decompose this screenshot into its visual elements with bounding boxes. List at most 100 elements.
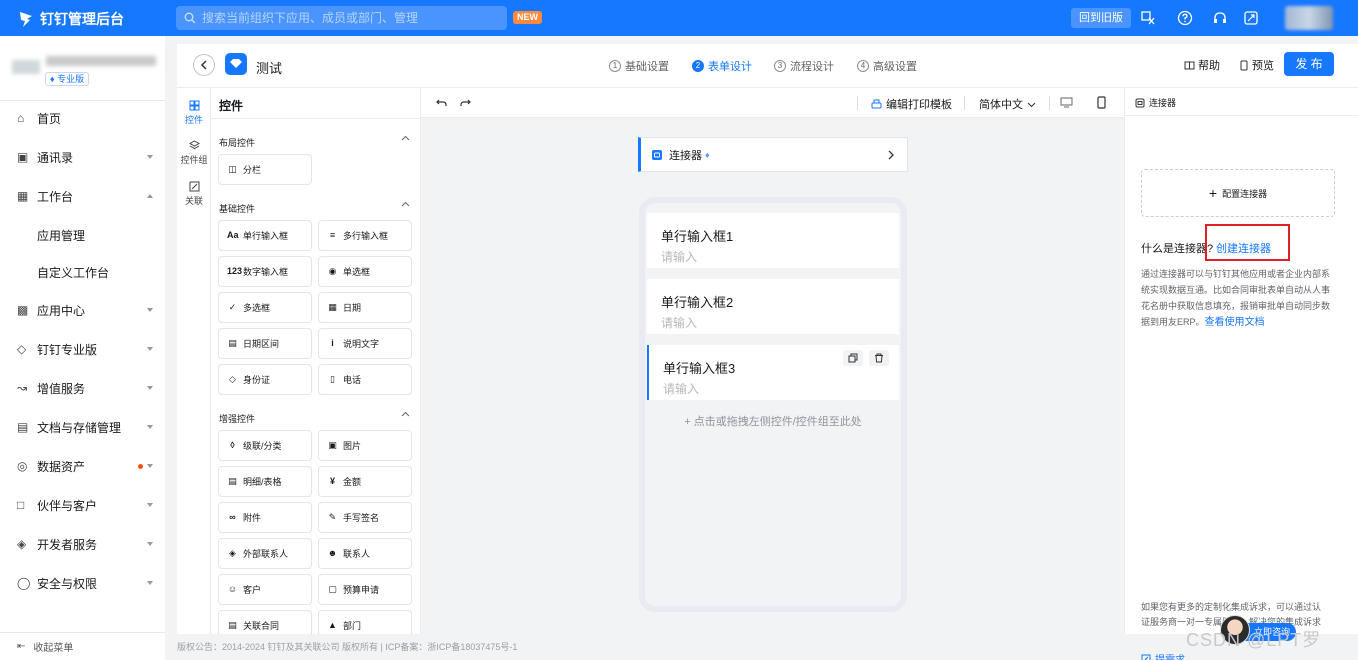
chevron-up-icon[interactable] xyxy=(401,200,410,209)
request-link[interactable]: 提需求 xyxy=(1141,651,1185,660)
control-item-label: 日期 xyxy=(343,303,362,313)
organization-info[interactable]: ♦ 专业版 xyxy=(12,50,162,92)
control-item[interactable]: ¥ 金额 xyxy=(318,466,412,497)
language-select[interactable]: 简体中文 xyxy=(979,96,1036,112)
tab-control-groups[interactable]: 控件组 xyxy=(177,140,211,166)
control-item[interactable]: ▢ 预算申请 xyxy=(318,574,412,605)
sidebar-item[interactable]: 应用管理 xyxy=(0,221,165,249)
control-item[interactable]: ✎ 手写签名 xyxy=(318,502,412,533)
form-field[interactable]: 单行输入框3 请输入 xyxy=(647,345,899,400)
control-item-label: 单选框 xyxy=(343,267,371,277)
collapse-label: 收起菜单 xyxy=(33,643,74,654)
back-button[interactable] xyxy=(193,54,215,76)
undo-icon[interactable] xyxy=(436,98,447,108)
tab-controls[interactable]: 控件 xyxy=(177,100,211,126)
step-tab[interactable]: 3 流程设计 xyxy=(774,58,834,74)
sidebar-item-label: 钉钉专业版 xyxy=(37,342,98,357)
chevron-up-icon[interactable] xyxy=(401,410,410,419)
sidebar-item[interactable]: 自定义工作台 xyxy=(0,258,165,286)
user-avatar[interactable] xyxy=(1285,6,1333,30)
step-tab[interactable]: 1 基础设置 xyxy=(609,58,669,74)
control-item[interactable]: ▤ 明细/表格 xyxy=(218,466,312,497)
sidebar-item[interactable]: ▣ 通讯录 xyxy=(0,143,165,171)
copy-icon[interactable] xyxy=(843,350,863,366)
redo-icon[interactable] xyxy=(460,98,471,108)
connector-icon xyxy=(652,149,662,160)
step-tab[interactable]: 4 高级设置 xyxy=(857,58,917,74)
control-item[interactable]: ▣ 图片 xyxy=(318,430,412,461)
control-item[interactable]: ◉ 单选框 xyxy=(318,256,412,287)
sidebar-item[interactable]: ▦ 工作台 xyxy=(0,182,165,210)
control-item[interactable]: ▤ 关联合同 xyxy=(218,610,312,634)
help-button[interactable]: 帮助 xyxy=(1184,57,1220,73)
control-group-title[interactable]: 布局控件 xyxy=(219,136,255,149)
control-item[interactable]: Aa 单行输入框 xyxy=(218,220,312,251)
control-item-label: 单行输入框 xyxy=(243,231,289,241)
sidebar-item[interactable]: ▩ 应用中心 xyxy=(0,296,165,324)
configure-connector-button[interactable]: + 配置连接器 xyxy=(1141,169,1335,217)
caret-down-icon xyxy=(147,347,153,351)
footer-copyright: 版权公告：2014-2024 钉钉及其关联公司 版权所有 | ICP备案：浙IC… xyxy=(177,642,518,652)
step-tab[interactable]: 2 表单设计 xyxy=(692,58,752,74)
designer-header: 测试 1 基础设置 2 表单设计 3 流程设计 4 高级设置 帮助 预览 发 布 xyxy=(177,44,1358,88)
step-label: 基础设置 xyxy=(625,61,669,73)
desktop-view-icon[interactable] xyxy=(1060,97,1073,108)
global-search[interactable] xyxy=(176,6,507,30)
sidebar-item[interactable]: ▤ 文档与存储管理 xyxy=(0,413,165,441)
date-icon: ▦ xyxy=(328,302,337,312)
control-item-label: 外部联系人 xyxy=(243,549,289,559)
old-version-button[interactable]: 回到旧版 xyxy=(1071,8,1131,28)
control-item[interactable]: ✓ 多选框 xyxy=(218,292,312,323)
control-item-label: 金额 xyxy=(343,477,362,487)
form-field[interactable]: 单行输入框2 请输入 xyxy=(647,279,899,334)
sidebar-item[interactable]: ◯ 安全与权限 xyxy=(0,569,165,597)
sidebar-item[interactable]: ↝ 增值服务 xyxy=(0,374,165,402)
control-item[interactable]: ≡ 多行输入框 xyxy=(318,220,412,251)
control-item[interactable]: ▦ 日期 xyxy=(318,292,412,323)
radio-icon: ◉ xyxy=(328,266,337,276)
translate-icon[interactable] xyxy=(1140,10,1156,26)
field-placeholder: 请输入 xyxy=(661,316,698,330)
number-icon: 123 xyxy=(227,266,243,276)
sidebar-item[interactable]: □ 伙伴与客户 xyxy=(0,491,165,519)
connector-bar[interactable]: 连接器 ♦ xyxy=(638,137,908,172)
caret-up-icon xyxy=(147,194,153,198)
control-group-title[interactable]: 增强控件 xyxy=(219,412,255,425)
fullscreen-icon[interactable] xyxy=(1243,10,1259,26)
form-field[interactable]: 单行输入框1 请输入 xyxy=(647,213,899,268)
chevron-up-icon[interactable] xyxy=(401,134,410,143)
sidebar-item[interactable]: ◎ 数据资产 xyxy=(0,452,165,480)
control-item[interactable]: ▲ 部门 xyxy=(318,610,412,634)
control-item[interactable]: ◇ 身份证 xyxy=(218,364,312,395)
control-item[interactable]: ▤ 日期区间 xyxy=(218,328,312,359)
control-item[interactable]: ▯ 电话 xyxy=(318,364,412,395)
control-item[interactable]: ☻ 联系人 xyxy=(318,538,412,569)
control-item[interactable]: ◊ 级联/分类 xyxy=(218,430,312,461)
control-item[interactable]: ◈ 外部联系人 xyxy=(218,538,312,569)
form-title[interactable]: 测试 xyxy=(256,58,282,77)
brand-logo[interactable]: 钉钉管理后台 xyxy=(18,9,124,29)
edit-print-template-button[interactable]: 编辑打印模板 xyxy=(871,96,952,112)
control-item[interactable]: 123 数字输入框 xyxy=(218,256,312,287)
panel-tabs: 控件 控件组 关联 xyxy=(177,88,211,634)
control-item[interactable]: i 说明文字 xyxy=(318,328,412,359)
sidebar-item[interactable]: ⌂ 首页 xyxy=(0,104,165,132)
headset-icon[interactable] xyxy=(1212,10,1228,26)
sidebar-item[interactable]: ◈ 开发者服务 xyxy=(0,530,165,558)
caret-down-icon xyxy=(147,581,153,585)
control-item[interactable]: ∞ 附件 xyxy=(218,502,312,533)
delete-icon[interactable] xyxy=(869,350,889,366)
preview-button[interactable]: 预览 xyxy=(1239,57,1274,73)
sidebar-item[interactable]: ◇ 钉钉专业版 xyxy=(0,335,165,363)
tab-relations[interactable]: 关联 xyxy=(177,181,211,207)
collapse-menu-button[interactable]: ⇤ 收起菜单 xyxy=(0,632,165,660)
publish-button[interactable]: 发 布 xyxy=(1284,52,1334,76)
home-icon: ⌂ xyxy=(17,110,25,125)
doc-link[interactable]: 查看使用文档 xyxy=(1205,317,1265,328)
control-item[interactable]: ☺ 客户 xyxy=(218,574,312,605)
control-group-title[interactable]: 基础控件 xyxy=(219,202,255,215)
help-circle-icon[interactable] xyxy=(1177,10,1193,26)
search-input[interactable] xyxy=(202,11,492,25)
control-item[interactable]: ◫ 分栏 xyxy=(218,154,312,185)
mobile-view-icon[interactable] xyxy=(1097,96,1106,109)
